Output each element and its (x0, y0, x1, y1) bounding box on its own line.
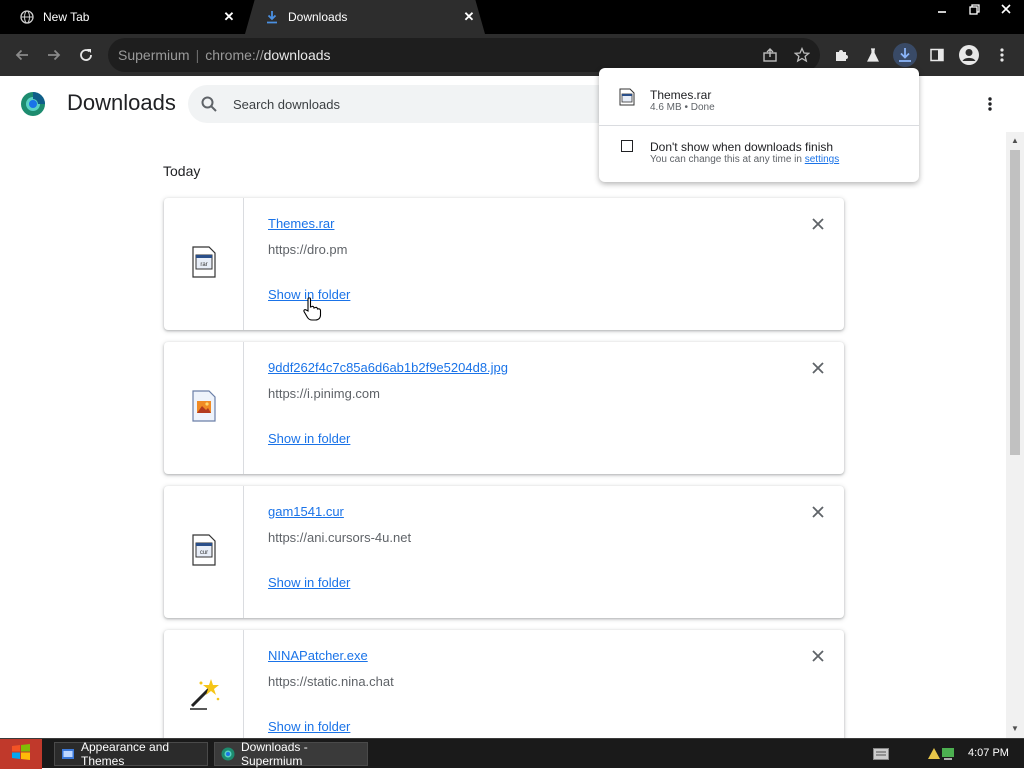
file-name-link[interactable]: Themes.rar (268, 216, 334, 231)
share-icon[interactable] (758, 43, 782, 67)
taskbar-item-downloads[interactable]: Downloads - Supermium (214, 740, 368, 768)
tab-strip: New Tab ✕ Downloads ✕ (0, 0, 1024, 34)
divider (599, 125, 919, 126)
close-window-icon[interactable] (990, 0, 1022, 18)
file-icon-column: rar (164, 198, 244, 330)
remove-item-icon[interactable] (808, 502, 828, 522)
download-icon (265, 10, 279, 24)
address-bar[interactable]: Supermium | chrome://downloads (108, 38, 820, 72)
remove-item-icon[interactable] (808, 214, 828, 234)
svg-text:rar: rar (200, 262, 207, 268)
taskbar-label: Downloads - Supermium (241, 740, 308, 768)
file-icon-column (164, 630, 244, 738)
network-tray-icon[interactable] (926, 745, 958, 766)
supermium-logo-icon (20, 91, 46, 117)
control-panel-icon (61, 747, 75, 761)
side-panel-icon[interactable] (925, 43, 949, 67)
remove-item-icon[interactable] (808, 646, 828, 666)
supermium-logo-icon (221, 747, 235, 761)
download-item: NINAPatcher.exe https://static.nina.chat… (164, 630, 844, 738)
close-tab-icon[interactable]: ✕ (221, 9, 237, 25)
page-scrollbar[interactable]: ▲ ▼ (1006, 132, 1024, 738)
tab-downloads[interactable]: Downloads ✕ (245, 0, 485, 34)
restore-icon[interactable] (958, 0, 990, 18)
minimize-icon[interactable] (926, 0, 958, 18)
bookmark-star-icon[interactable] (790, 43, 814, 67)
source-url: https://ani.cursors-4u.net (268, 530, 412, 545)
windows-logo-icon (11, 743, 31, 766)
labs-flask-icon[interactable] (861, 43, 885, 67)
url-host: downloads (263, 47, 331, 63)
taskbar-label: Appearance and Themes (81, 740, 170, 768)
back-arrow-icon[interactable] (10, 43, 34, 67)
file-name-link[interactable]: NINAPatcher.exe (268, 648, 368, 663)
more-actions-icon[interactable] (980, 94, 1000, 114)
scroll-down-icon[interactable]: ▼ (1010, 724, 1020, 734)
remove-item-icon[interactable] (808, 358, 828, 378)
tab-title: New Tab (43, 10, 90, 24)
archive-file-icon: rar (191, 245, 217, 283)
dont-show-label[interactable]: Don't show when downloads finish (650, 140, 833, 154)
downloads-list: Today rar Themes.rar https://dro.pm Show… (0, 132, 1006, 738)
download-item: cur gam1541.cur https://ani.cursors-4u.n… (164, 486, 844, 618)
hand-cursor-icon (302, 297, 322, 326)
search-input[interactable] (233, 93, 613, 115)
tab-new-tab[interactable]: New Tab ✕ (0, 0, 245, 34)
profile-avatar-icon[interactable] (957, 43, 981, 67)
scrollbar-thumb[interactable] (1010, 150, 1020, 455)
svg-text:cur: cur (199, 550, 207, 556)
url-scheme: chrome:// (205, 47, 264, 63)
file-icon-column (164, 342, 244, 474)
show-in-folder-link[interactable]: Show in folder (268, 575, 350, 590)
wand-icon (187, 677, 221, 716)
globe-icon (20, 10, 34, 24)
cursor-file-icon: cur (191, 533, 217, 571)
download-item: rar Themes.rar https://dro.pm Show in fo… (164, 198, 844, 330)
search-downloads-box[interactable] (188, 85, 628, 123)
window-controls (926, 0, 1022, 18)
source-url: https://i.pinimg.com (268, 386, 380, 401)
extensions-puzzle-icon[interactable] (829, 43, 853, 67)
show-in-folder-link[interactable]: Show in folder (268, 719, 350, 734)
address-text: Supermium | chrome://downloads (118, 47, 331, 63)
settings-hint: You can change this at any time in setti… (650, 154, 839, 165)
image-file-icon (191, 389, 217, 427)
taskbar-clock[interactable]: 4:07 PM (968, 747, 1009, 759)
reload-icon[interactable] (74, 43, 98, 67)
show-in-folder-link[interactable]: Show in folder (268, 431, 350, 446)
forward-arrow-icon[interactable] (42, 43, 66, 67)
close-tab-icon[interactable]: ✕ (461, 9, 477, 25)
start-button[interactable] (0, 739, 42, 769)
file-name-link[interactable]: gam1541.cur (268, 504, 344, 519)
settings-link[interactable]: settings (805, 154, 839, 165)
dont-show-checkbox[interactable] (621, 140, 633, 152)
file-name-link[interactable]: 9ddf262f4c7c85a6d6ab1b2f9e5204d8.jpg (268, 360, 508, 375)
source-url: https://static.nina.chat (268, 674, 394, 689)
archive-file-icon (619, 88, 635, 106)
page-title: Downloads (67, 90, 176, 115)
source-url: https://dro.pm (268, 242, 348, 257)
browser-brand: Supermium (118, 47, 190, 63)
hint-text: You can change this at any time in (650, 154, 802, 165)
download-bubble: Themes.rar 4.6 MB • Done Don't show when… (599, 68, 919, 182)
downloads-toolbar-icon[interactable] (893, 43, 917, 67)
bubble-file-name[interactable]: Themes.rar (650, 88, 711, 102)
date-header: Today (163, 163, 201, 179)
bubble-file-status: 4.6 MB • Done (650, 102, 715, 113)
search-icon (200, 95, 218, 113)
taskbar-item-appearance[interactable]: Appearance and Themes (54, 740, 208, 768)
scroll-up-icon[interactable]: ▲ (1010, 136, 1020, 146)
browser-menu-icon[interactable] (990, 43, 1014, 67)
download-item: 9ddf262f4c7c85a6d6ab1b2f9e5204d8.jpg htt… (164, 342, 844, 474)
tab-title: Downloads (288, 10, 348, 24)
file-icon-column: cur (164, 486, 244, 618)
keyboard-icon[interactable] (873, 747, 889, 765)
taskbar: Appearance and Themes Downloads - Superm… (0, 738, 1024, 769)
